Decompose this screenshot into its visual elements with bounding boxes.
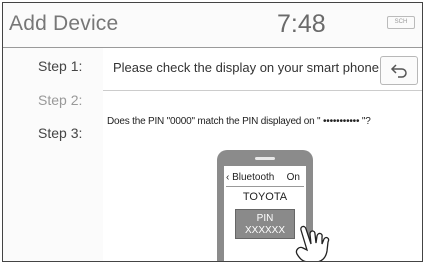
back-button[interactable] <box>380 56 418 85</box>
display-screen: Add Device 7:48 SCH Step 1: Step 2: Step… <box>2 2 423 262</box>
step-2-label: Step 2: <box>38 92 83 108</box>
device-name: TOYOTA <box>242 191 288 203</box>
title-bar: Add Device 7:48 SCH <box>3 3 422 48</box>
instruction-text: Please check the display on your smart p… <box>113 60 383 75</box>
pin-question: Does the PIN "0000" match the PIN displa… <box>107 116 371 127</box>
page-title: Add Device <box>9 12 119 35</box>
status-badge: SCH <box>387 16 415 29</box>
pin-box: PIN XXXXXX <box>235 209 295 239</box>
step-3-label: Step 3: <box>38 125 83 141</box>
main-content: Please check the display on your smart p… <box>103 48 422 261</box>
pin-value: XXXXXX <box>244 225 286 236</box>
step-1-label: Step 1: <box>38 58 83 74</box>
phone-speaker <box>255 157 275 160</box>
back-arrow-icon <box>390 63 407 78</box>
bluetooth-row: ‹ Bluetooth On <box>226 171 304 187</box>
clock: 7:48 <box>277 10 326 38</box>
bluetooth-label: ‹ Bluetooth <box>226 172 275 183</box>
steps-column: Step 1: Step 2: Step 3: <box>3 48 103 261</box>
divider <box>103 90 422 91</box>
bluetooth-state: On <box>286 172 300 183</box>
pin-label: PIN <box>256 213 274 224</box>
hand-touch-icon <box>295 225 330 261</box>
